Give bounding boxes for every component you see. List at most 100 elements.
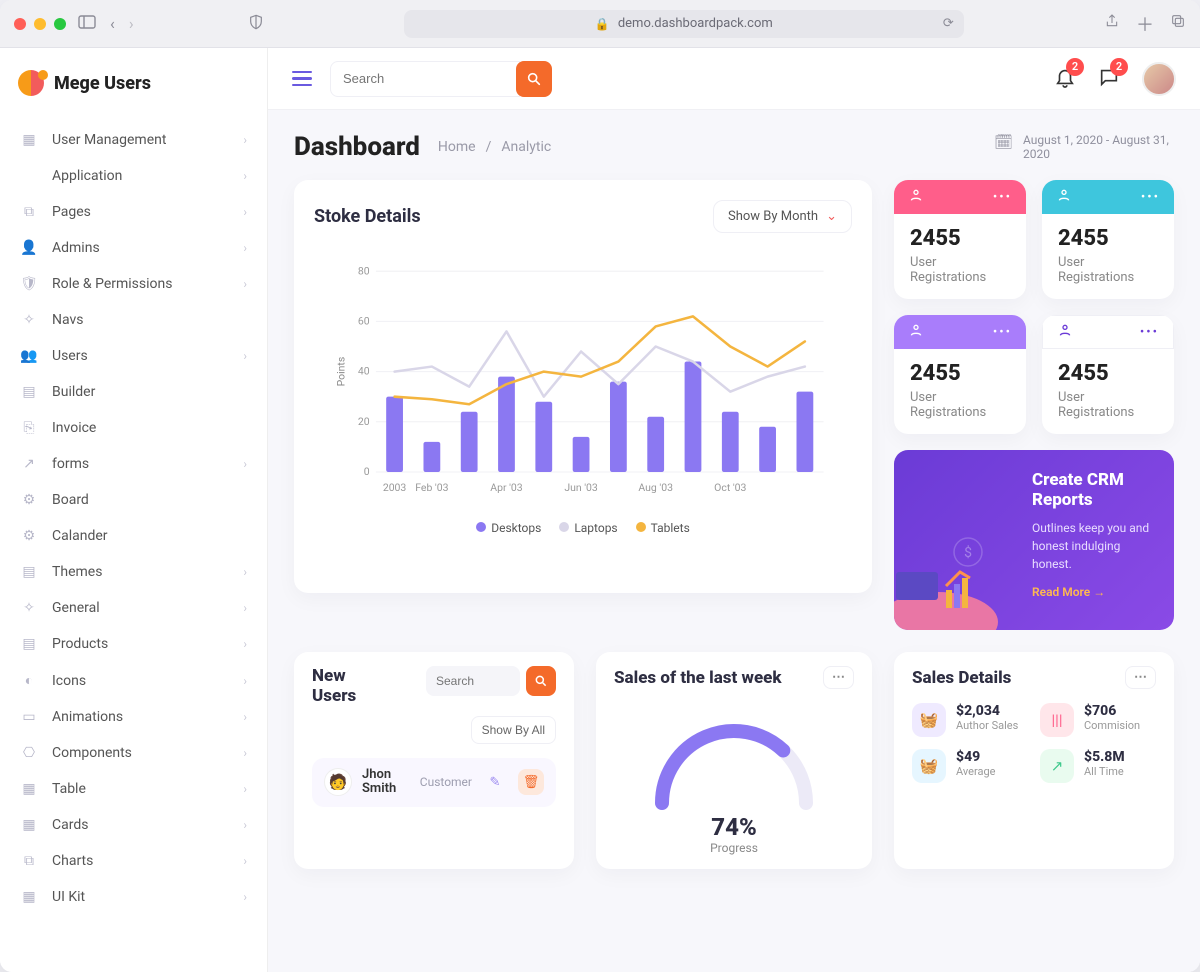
sidebar-item-animations[interactable]: ▭ Animations › — [6, 699, 261, 735]
user-name: JhonSmith — [362, 768, 396, 797]
svg-text:80: 80 — [358, 264, 370, 277]
chevron-right-icon: › — [243, 637, 247, 651]
svg-text:Points: Points — [335, 357, 348, 387]
nav-label: forms — [52, 456, 229, 472]
user-row[interactable]: 🧑 JhonSmith Customer ✎ 🗑 — [312, 758, 556, 807]
nav-icon: ⚙ — [20, 528, 38, 544]
delete-icon[interactable]: 🗑 — [518, 769, 544, 795]
lock-icon: 🔒 — [595, 17, 610, 31]
sidebar-item-icons[interactable]: ◐ Icons › — [6, 662, 261, 699]
sidebar-item-admins[interactable]: 👤 Admins › — [6, 230, 261, 266]
notifications[interactable]: 2 — [1054, 66, 1076, 92]
url-bar[interactable]: 🔒 demo.dashboardpack.com ⟳ — [404, 10, 964, 38]
crm-description: Outlines keep you and honest indulging h… — [1032, 519, 1156, 573]
sidebar-item-cards[interactable]: ▦ Cards › — [6, 807, 261, 843]
nav-icon: ⧉ — [20, 204, 38, 220]
stoke-filter[interactable]: Show By Month ⌄ — [713, 200, 852, 233]
chevron-right-icon: › — [243, 277, 247, 291]
sidebar-item-components[interactable]: ⎔ Components › — [6, 735, 261, 771]
sidebar-item-general[interactable]: ✧ General › — [6, 590, 261, 626]
menu-toggle[interactable] — [292, 71, 312, 87]
legend-tablets[interactable]: Tablets — [636, 521, 690, 535]
messages[interactable]: 2 — [1098, 66, 1120, 92]
edit-icon[interactable]: ✎ — [482, 769, 508, 795]
sales-detail-label: Average — [956, 765, 996, 779]
nav-back-icon[interactable]: ‹ — [110, 14, 115, 33]
nav-label: Table — [52, 781, 229, 797]
stat-card[interactable]: ••• 2455 User Registrations — [1042, 315, 1174, 434]
sidebar-item-forms[interactable]: ↗ forms › — [6, 446, 261, 482]
shield-icon[interactable] — [248, 14, 264, 34]
nav-label: Application — [52, 168, 229, 184]
chevron-right-icon: › — [243, 205, 247, 219]
crumb-home[interactable]: Home — [438, 139, 476, 155]
search-input[interactable] — [330, 61, 520, 97]
sales-week-menu[interactable]: ⋯ — [823, 666, 854, 689]
user-role: Customer — [420, 775, 472, 789]
new-users-search[interactable] — [426, 666, 520, 696]
search-button[interactable] — [516, 61, 552, 97]
window-maximize[interactable] — [54, 18, 66, 30]
window-minimize[interactable] — [34, 18, 46, 30]
stat-card[interactable]: ••• 2455 User Registrations — [894, 180, 1026, 299]
sidebar-toggle-icon[interactable] — [78, 14, 96, 33]
nav-label: Components — [52, 745, 229, 761]
sidebar-item-themes[interactable]: ▤ Themes › — [6, 554, 261, 590]
sidebar-item-invoice[interactable]: ⎘ Invoice — [6, 410, 261, 446]
svg-text:$: $ — [964, 544, 972, 561]
show-all-button[interactable]: Show By All — [471, 716, 556, 744]
chevron-right-icon: › — [243, 133, 247, 147]
tabs-icon[interactable] — [1170, 13, 1186, 34]
sales-detail-item: 🧺 $49 Average — [912, 749, 1028, 783]
nav-forward-icon[interactable]: › — [129, 14, 134, 33]
sidebar-item-application[interactable]: Application › — [6, 158, 261, 194]
nav-label: Charts — [52, 853, 229, 869]
avatar[interactable] — [1142, 62, 1176, 96]
nav-icon: ◐ — [20, 672, 38, 689]
nav-label: Invoice — [52, 420, 247, 436]
stat-menu[interactable]: ••• — [993, 325, 1012, 340]
sidebar-item-role-permissions[interactable]: 🛡 Role & Permissions › — [6, 266, 261, 302]
stat-menu[interactable]: ••• — [1141, 190, 1160, 205]
sidebar-item-navs[interactable]: ✧ Navs — [6, 302, 261, 338]
new-users-title: New Users — [312, 666, 382, 706]
nav-icon: ↗ — [20, 456, 38, 472]
chevron-right-icon: › — [243, 457, 247, 471]
stat-value: 2455 — [910, 226, 1010, 251]
share-icon[interactable] — [1104, 13, 1120, 34]
stat-menu[interactable]: ••• — [993, 190, 1012, 205]
svg-text:Apr '03: Apr '03 — [490, 481, 522, 494]
sidebar-item-pages[interactable]: ⧉ Pages › — [6, 194, 261, 230]
reload-icon[interactable]: ⟳ — [943, 16, 954, 31]
legend-desktops[interactable]: Desktops — [476, 521, 541, 535]
nav-label: Calander — [52, 528, 247, 544]
sidebar-item-users[interactable]: 👥 Users › — [6, 338, 261, 374]
new-users-search-button[interactable] — [526, 666, 556, 696]
brand[interactable]: Mege Users — [0, 48, 267, 118]
nav-icon: ⚙ — [20, 492, 38, 508]
svg-text:Oct '03: Oct '03 — [714, 481, 746, 494]
sidebar-item-table[interactable]: ▦ Table › — [6, 771, 261, 807]
stat-icon — [908, 322, 924, 342]
stat-card[interactable]: ••• 2455 User Registrations — [894, 315, 1026, 434]
legend-laptops[interactable]: Laptops — [559, 521, 617, 535]
stat-menu[interactable]: ••• — [1140, 325, 1159, 340]
crm-readmore-link[interactable]: Read More → — [1032, 585, 1156, 599]
sidebar-item-calander[interactable]: ⚙ Calander — [6, 518, 261, 554]
sidebar-item-charts[interactable]: ⧉ Charts › — [6, 843, 261, 879]
nav-icon: ▦ — [20, 889, 38, 905]
stat-card[interactable]: ••• 2455 User Registrations — [1042, 180, 1174, 299]
sidebar-item-ui-kit[interactable]: ▦ UI Kit › — [6, 879, 261, 915]
window-close[interactable] — [14, 18, 26, 30]
sidebar-item-user-management[interactable]: ▦ User Management › — [6, 122, 261, 158]
sidebar-item-board[interactable]: ⚙ Board — [6, 482, 261, 518]
nav-label: General — [52, 600, 229, 616]
new-tab-icon[interactable]: ＋ — [1136, 11, 1154, 37]
sales-details-menu[interactable]: ⋯ — [1125, 666, 1156, 689]
sidebar-item-builder[interactable]: ▤ Builder — [6, 374, 261, 410]
chevron-right-icon: › — [243, 746, 247, 760]
date-range-picker[interactable]: 🗓 August 1, 2020 - August 31, 2020 — [994, 133, 1174, 161]
chevron-right-icon: › — [243, 169, 247, 183]
sidebar-item-products[interactable]: ▤ Products › — [6, 626, 261, 662]
stat-icon — [908, 187, 924, 207]
